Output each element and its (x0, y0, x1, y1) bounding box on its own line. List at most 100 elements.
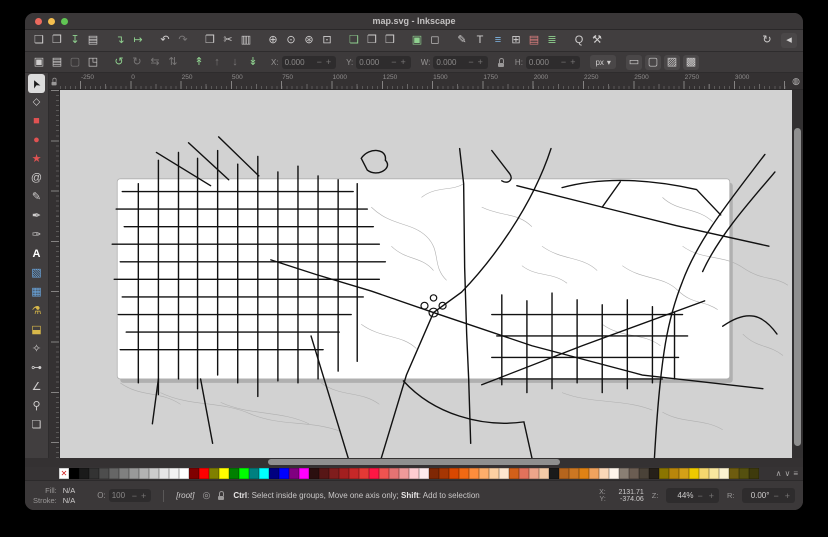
palette-swatch[interactable] (209, 468, 219, 479)
zoom-value[interactable]: 44% (669, 491, 693, 500)
palette-swatch[interactable] (199, 468, 209, 479)
palette-swatch[interactable] (99, 468, 109, 479)
fill-value[interactable]: N/A (63, 486, 76, 495)
x-input[interactable]: 0.000 (285, 58, 315, 67)
zoom-page-button[interactable]: ⊡ (319, 33, 335, 48)
palette-swatch[interactable] (179, 468, 189, 479)
palette-swatch[interactable] (369, 468, 379, 479)
palette-swatch[interactable] (709, 468, 719, 479)
palette-swatch[interactable] (419, 468, 429, 479)
palette-swatch[interactable] (449, 468, 459, 479)
x-plus-button[interactable]: + (324, 57, 333, 67)
reset-rotation-button[interactable]: ↻ (759, 33, 775, 48)
palette-swatch[interactable] (289, 468, 299, 479)
palette-swatch[interactable] (299, 468, 309, 479)
snap-controls-icon[interactable]: ◍ (789, 73, 803, 89)
layer-visibility-eye-icon[interactable]: ◎ (203, 490, 211, 501)
vertical-scrollbar-thumb[interactable] (794, 128, 801, 446)
calligraphy-tool[interactable]: ✑ (28, 226, 45, 245)
palette-swatch[interactable] (229, 468, 239, 479)
text-dialog-button[interactable]: T (472, 33, 488, 48)
palette-swatch[interactable] (619, 468, 629, 479)
layers-dialog-button[interactable]: ≣ (544, 33, 560, 48)
connector-tool[interactable]: ⊶ (28, 359, 45, 378)
zoom-tool[interactable]: ⚲ (28, 397, 45, 416)
node-tool[interactable]: ⬦ (28, 93, 45, 112)
horizontal-scrollbar[interactable] (25, 458, 803, 467)
horizontal-ruler[interactable]: -250025050075010001250150017502000225025… (60, 73, 789, 89)
find-replace-button[interactable]: Q (571, 33, 587, 48)
mesh-tool[interactable]: ▦ (28, 283, 45, 302)
pencil-tool[interactable]: ✎ (28, 188, 45, 207)
document-properties-button[interactable]: ▤ (526, 33, 542, 48)
copy-button[interactable]: ❐ (202, 33, 218, 48)
fill-stroke-dialog-button[interactable]: ✎ (454, 33, 470, 48)
palette-swatch[interactable] (629, 468, 639, 479)
unlink-clone-button[interactable]: ❒ (382, 33, 398, 48)
paste-button[interactable]: ▥ (238, 33, 254, 48)
rotation-minus-button[interactable]: − (771, 491, 780, 501)
x-minus-button[interactable]: − (315, 57, 324, 67)
print-button[interactable]: ▤ (85, 33, 101, 48)
cut-button[interactable]: ✂ (220, 33, 236, 48)
palette-swatch[interactable] (269, 468, 279, 479)
palette-swatch[interactable] (399, 468, 409, 479)
pages-tool[interactable]: ❏ (28, 416, 45, 435)
palette-swatch[interactable] (119, 468, 129, 479)
flip-horizontal-button[interactable]: ⇆ (147, 55, 163, 70)
zoom-plus-button[interactable]: + (707, 491, 716, 501)
palette-swatch[interactable] (79, 468, 89, 479)
lock-ratio-icon[interactable] (498, 58, 505, 67)
scale-stroke-toggle[interactable]: ▭ (626, 55, 642, 70)
y-plus-button[interactable]: + (398, 57, 407, 67)
palette-swatch[interactable] (109, 468, 119, 479)
palette-swatch[interactable] (409, 468, 419, 479)
layer-lock-icon[interactable] (218, 491, 225, 500)
palette-swatch[interactable] (729, 468, 739, 479)
align-distribute-dialog-button[interactable]: ≡ (490, 33, 506, 48)
current-layer-name[interactable]: [root] (176, 491, 194, 500)
palette-swatch[interactable] (519, 468, 529, 479)
selector-tool[interactable]: ➤ (28, 74, 45, 93)
palette-swatch[interactable] (139, 468, 149, 479)
height-plus-button[interactable]: + (568, 57, 577, 67)
palette-swatch[interactable] (659, 468, 669, 479)
palette-swatch[interactable] (479, 468, 489, 479)
tweak-tool[interactable]: ✧ (28, 340, 45, 359)
palette-swatch[interactable] (719, 468, 729, 479)
palette-scroll-up-button[interactable]: ∧ (776, 469, 782, 478)
palette-swatch[interactable] (149, 468, 159, 479)
palette-swatch[interactable] (429, 468, 439, 479)
palette-swatch[interactable] (459, 468, 469, 479)
import-button[interactable]: ↴ (112, 33, 128, 48)
palette-swatch[interactable] (309, 468, 319, 479)
select-all-layers-button[interactable]: ▤ (49, 55, 65, 70)
zoom-actual-size-button[interactable]: ⊛ (301, 33, 317, 48)
palette-swatch[interactable] (669, 468, 679, 479)
xml-editor-button[interactable]: ⊞ (508, 33, 524, 48)
lower-to-bottom-button[interactable]: ↡ (245, 55, 261, 70)
lock-guides-icon[interactable] (52, 77, 58, 85)
height-input[interactable]: 0.000 (529, 58, 559, 67)
palette-swatch[interactable] (529, 468, 539, 479)
preferences-button[interactable]: ⚒ (589, 33, 605, 48)
move-patterns-toggle[interactable]: ▩ (683, 55, 699, 70)
palette-swatch[interactable] (569, 468, 579, 479)
minimize-window-button[interactable] (48, 18, 55, 25)
palette-swatch[interactable] (339, 468, 349, 479)
rotation-value[interactable]: 0.00° (745, 491, 769, 500)
height-minus-button[interactable]: − (559, 57, 568, 67)
palette-swatch[interactable] (689, 468, 699, 479)
gradient-tool[interactable]: ▧ (28, 264, 45, 283)
palette-swatch[interactable] (549, 468, 559, 479)
palette-swatch[interactable] (589, 468, 599, 479)
vertical-ruler[interactable] (49, 90, 60, 458)
palette-swatch[interactable] (559, 468, 569, 479)
ellipse-tool[interactable]: ● (28, 131, 45, 150)
rotate-cw-button[interactable]: ↻ (129, 55, 145, 70)
select-all-button[interactable]: ▣ (31, 55, 47, 70)
spiral-tool[interactable]: @ (28, 169, 45, 188)
y-input[interactable]: 0.000 (359, 58, 389, 67)
stroke-value[interactable]: N/A (63, 496, 76, 505)
scale-corners-toggle[interactable]: ▢ (645, 55, 661, 70)
